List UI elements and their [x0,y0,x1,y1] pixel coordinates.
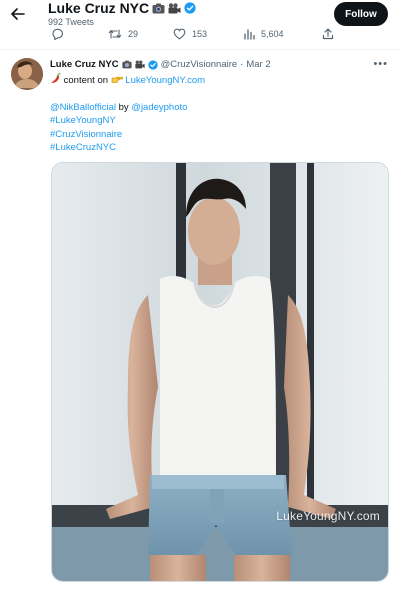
share-button[interactable] [322,28,334,40]
avatar[interactable] [11,58,43,90]
retweet-icon [108,29,122,39]
tweet-date[interactable]: Mar 2 [246,59,270,70]
avatar-image [11,58,43,90]
hashtag-lukeyoungny[interactable]: #LukeYoungNY [50,114,122,128]
media-watermark: LukeYoungNY.com [276,509,380,523]
reply-icon [52,28,64,40]
retweet-count: 29 [128,29,139,39]
twitter-profile-page: Luke Cruz NYC 992 Tweets Follow 29 153 5… [0,0,400,590]
follow-button[interactable]: Follow [334,2,388,26]
profile-name: Luke Cruz NYC [48,0,150,16]
by-text: by [118,102,129,113]
hashtag-list: #LukeYoungNY #CruzVisionnaire #LukeCruzN… [50,114,122,155]
tweet-media-image[interactable]: LukeYoungNY.com [51,162,389,582]
views-button[interactable]: 5,604 [243,28,284,40]
reply-button[interactable] [51,28,64,40]
film-camera-icon [168,2,181,13]
mention-jadeyphoto[interactable]: @jadeyphoto [131,102,187,113]
arrow-left-icon [11,8,25,20]
credits-line: @NikBallofficial by @jadeyphoto [50,101,187,114]
hashtag-cruzvisionnaire[interactable]: #CruzVisionnaire [50,128,122,142]
like-button[interactable]: 153 [173,28,207,40]
tweet-header: Luke Cruz NYC @CruzVisionnaire · Mar 2 [50,59,271,70]
profile-title: Luke Cruz NYC [48,0,196,16]
author-handle[interactable]: @CruzVisionnaire [161,59,238,70]
hashtag-lukecruznyc[interactable]: #LukeCruzNYC [50,141,122,155]
tweet-count: 992 Tweets [48,17,94,27]
verified-badge-icon [184,2,196,14]
separator-dot: · [240,59,244,70]
author-name[interactable]: Luke Cruz NYC [50,59,119,70]
more-options-button[interactable]: ••• [373,58,388,70]
content-on-text: content on [63,75,109,86]
previous-tweet-action-bar: 29 153 5,604 [0,26,400,48]
chili-pepper-icon [51,73,61,83]
camera-icon [122,60,132,69]
heart-icon [173,28,186,40]
share-icon [322,28,334,40]
mention-nikball[interactable]: @NikBallofficial [50,102,116,113]
camera-icon [152,3,165,13]
more-horizontal-icon: ••• [373,58,388,70]
tweet-text-line1: content on LukeYoungNY.com [50,73,205,87]
website-link[interactable]: LukeYoungNY.com [125,75,205,86]
pointing-right-icon [111,76,123,83]
film-camera-icon [135,60,145,69]
profile-header: Luke Cruz NYC 992 Tweets Follow [0,0,400,27]
analytics-icon [244,29,255,40]
retweet-button[interactable]: 29 [108,28,138,40]
back-button[interactable] [8,6,28,22]
tweet-divider [0,49,400,50]
like-count: 153 [192,29,208,39]
views-count: 5,604 [261,29,284,39]
verified-badge-icon [147,59,158,70]
